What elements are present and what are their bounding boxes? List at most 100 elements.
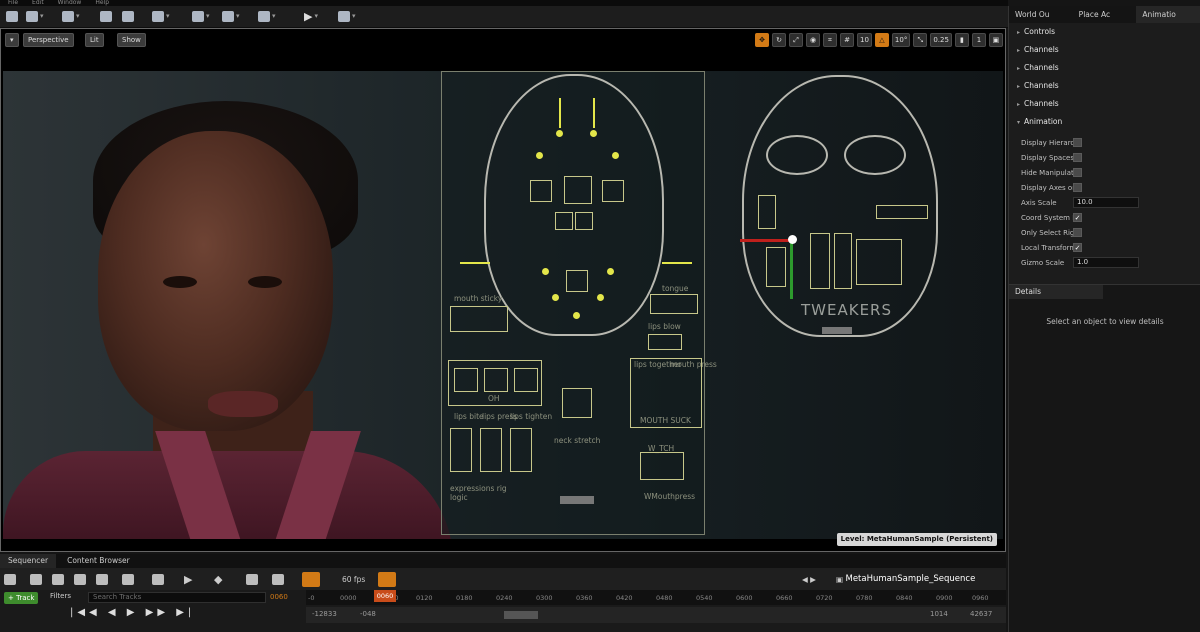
timeline-scrollbar[interactable] xyxy=(306,607,1006,623)
gizmo-x-axis[interactable] xyxy=(740,239,790,242)
build-button[interactable]: ▾ xyxy=(192,9,210,23)
eye-control[interactable] xyxy=(575,212,593,230)
save-sequence-button[interactable] xyxy=(30,572,42,586)
tweakers-left-eye[interactable] xyxy=(766,135,828,175)
cinematics-button[interactable]: ▾ xyxy=(152,9,170,23)
maximize-icon[interactable]: ▣ xyxy=(988,33,1003,47)
axis-scale-field[interactable]: 10.0 xyxy=(1073,197,1139,208)
blueprint-button[interactable] xyxy=(122,9,134,23)
scroll-thumb[interactable] xyxy=(504,611,538,619)
save-button[interactable] xyxy=(6,9,18,23)
tab-animation[interactable]: Animatio xyxy=(1136,6,1200,23)
lips-press-control[interactable] xyxy=(480,428,502,472)
controls-item[interactable]: Controls xyxy=(1009,23,1200,41)
brow-slider[interactable] xyxy=(559,98,561,128)
transport-controls[interactable]: |◀◀ ◀ ▶ ▶▶ ▶| xyxy=(70,607,195,618)
compile-button[interactable]: ▾ xyxy=(222,9,240,23)
channels-item[interactable]: Channels xyxy=(1009,41,1200,59)
display-hierarchy-checkbox[interactable] xyxy=(1073,138,1082,147)
launch-button[interactable]: ▾ xyxy=(258,9,276,23)
tools-button[interactable] xyxy=(122,572,134,586)
brow-dot[interactable] xyxy=(556,130,563,137)
camera-speed[interactable]: 1 xyxy=(971,33,986,47)
tweakers-right-eye[interactable] xyxy=(844,135,906,175)
lips-blow-control[interactable] xyxy=(648,334,682,350)
brow-dot[interactable] xyxy=(536,152,543,159)
side-slider[interactable] xyxy=(662,262,692,264)
only-select-rig-checkbox[interactable] xyxy=(1073,228,1082,237)
channels-item[interactable]: Channels xyxy=(1009,95,1200,113)
gizmo-y-axis[interactable] xyxy=(790,239,793,299)
grid-snap-icon[interactable]: # xyxy=(840,33,854,47)
camera-speed-icon[interactable]: ▮ xyxy=(954,33,969,47)
channels-item[interactable]: Channels xyxy=(1009,59,1200,77)
sequencer-options-button[interactable] xyxy=(4,572,16,586)
scale-icon[interactable]: ⤢ xyxy=(789,33,803,47)
oh-control[interactable] xyxy=(484,368,508,392)
brow-control[interactable] xyxy=(602,180,624,202)
cheek-dot[interactable] xyxy=(607,268,614,275)
find-button[interactable] xyxy=(52,572,64,586)
side-slider[interactable] xyxy=(460,262,490,264)
perspective-button[interactable]: Perspective xyxy=(23,33,74,47)
tweaker-control[interactable] xyxy=(876,205,928,219)
tweaker-control[interactable] xyxy=(856,239,902,285)
filters-button[interactable]: Filters xyxy=(50,592,71,600)
mode-button[interactable]: ▾ xyxy=(62,9,80,23)
playback-start[interactable]: -048 xyxy=(360,610,376,618)
world-icon[interactable]: ◉ xyxy=(806,33,820,47)
level-viewport[interactable]: ▾ Perspective Lit Show ✥ ↻ ⤢ ◉ ⌗ # 10 △ … xyxy=(0,28,1006,552)
playhead[interactable]: 0060 xyxy=(374,590,396,602)
tongue-control[interactable] xyxy=(650,294,698,314)
brow-slider[interactable] xyxy=(593,98,595,128)
eye-control[interactable] xyxy=(555,212,573,230)
coord-system-checkbox[interactable]: ✓ xyxy=(1073,213,1082,222)
oh-control[interactable] xyxy=(454,368,478,392)
tab-sequencer[interactable]: Sequencer xyxy=(0,554,57,568)
rotate-icon[interactable]: ↻ xyxy=(772,33,786,47)
mouth-sticky-control[interactable] xyxy=(450,306,508,332)
snap-button[interactable] xyxy=(302,571,320,587)
tweakers-board[interactable]: TWEAKERS xyxy=(706,71,966,535)
auto-key-button[interactable] xyxy=(246,572,258,586)
content-button[interactable] xyxy=(100,9,112,23)
history-nav[interactable]: ◀ ▶ xyxy=(802,572,816,586)
playback-end[interactable]: 1014 xyxy=(930,610,948,618)
brow-center-control[interactable] xyxy=(564,176,592,204)
jaw-control[interactable] xyxy=(566,270,588,292)
chin-dot[interactable] xyxy=(573,312,580,319)
tab-content-browser[interactable]: Content Browser xyxy=(59,554,138,568)
viewport-menu-button[interactable]: ▾ xyxy=(5,33,19,47)
brow-dot[interactable] xyxy=(612,152,619,159)
tab-details[interactable]: Details xyxy=(1009,285,1103,299)
gizmo-scale-field[interactable]: 1.0 xyxy=(1073,257,1139,268)
tweaker-control[interactable] xyxy=(834,233,852,289)
tweaker-control[interactable] xyxy=(810,233,830,289)
rotation-snap-icon[interactable]: △ xyxy=(874,33,889,47)
settings-button[interactable]: ▾ xyxy=(338,9,356,23)
brow-control[interactable] xyxy=(530,180,552,202)
search-tracks-input[interactable]: Search Tracks xyxy=(88,592,266,603)
current-frame[interactable]: 0060 xyxy=(270,593,288,601)
tweaker-control[interactable] xyxy=(766,247,786,287)
lit-button[interactable]: Lit xyxy=(85,33,104,47)
gizmo-center[interactable] xyxy=(788,235,797,244)
view-button[interactable] xyxy=(152,572,164,586)
mouth-dot[interactable] xyxy=(597,294,604,301)
rotation-snap-size[interactable]: 10° xyxy=(891,33,911,47)
hide-manipulators-checkbox[interactable] xyxy=(1073,168,1082,177)
scale-snap-icon[interactable]: ⤡ xyxy=(913,33,928,47)
animation-section[interactable]: Animation xyxy=(1009,113,1200,131)
wtch-control[interactable] xyxy=(640,452,684,480)
source-control-button[interactable]: ▾ xyxy=(26,9,44,23)
timeline-ruler[interactable]: -0 0000 0060 0120 0180 0240 0300 0360 04… xyxy=(306,590,1006,605)
add-track-button[interactable]: + Track xyxy=(4,592,39,604)
tweaker-control[interactable] xyxy=(758,195,776,229)
display-spaces-checkbox[interactable] xyxy=(1073,153,1082,162)
tab-place-actors[interactable]: Place Ac xyxy=(1073,6,1137,23)
board-scroll-handle[interactable] xyxy=(560,496,594,504)
cheek-dot[interactable] xyxy=(542,268,549,275)
tab-world-outliner[interactable]: World Ou xyxy=(1009,6,1073,23)
lips-bite-control[interactable] xyxy=(450,428,472,472)
play-button[interactable]: ▶ ▾ xyxy=(304,9,318,23)
